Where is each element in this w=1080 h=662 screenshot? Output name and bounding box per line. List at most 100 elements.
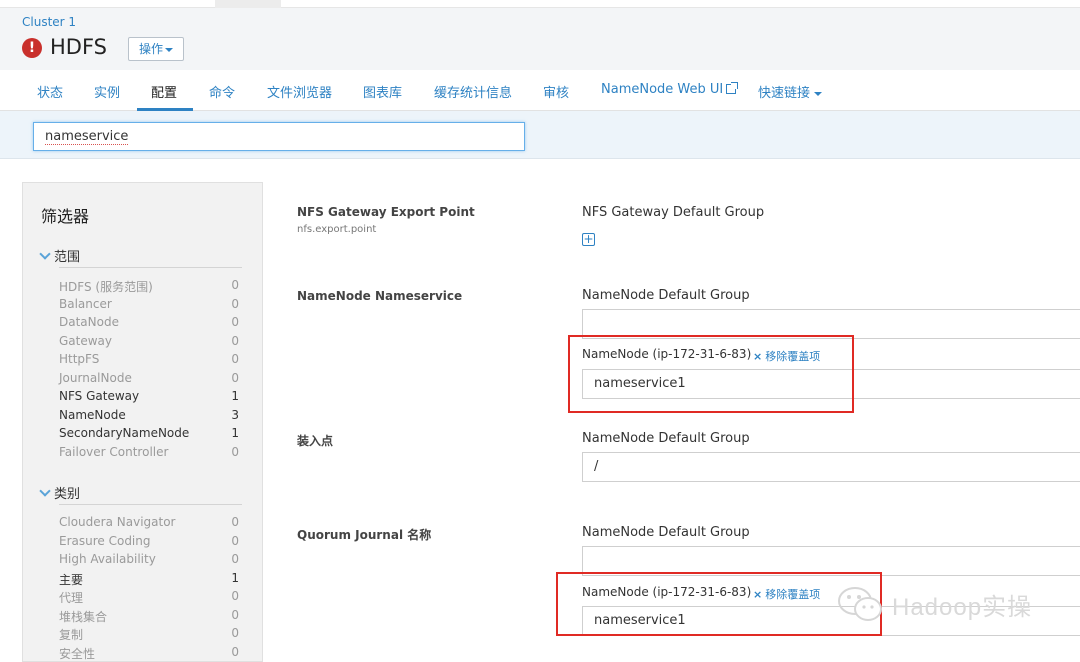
scope-section-toggle[interactable]: 范围 xyxy=(39,246,81,265)
filter-item-label: High Availability xyxy=(59,552,156,566)
filter-item[interactable]: Gateway 0 xyxy=(59,334,239,348)
filter-item-label: 安全性 xyxy=(59,647,96,661)
filter-item[interactable]: NFS Gateway 1 xyxy=(59,389,239,403)
filter-item[interactable]: Failover Controller 0 xyxy=(59,445,239,459)
watermark: Hadoop实操 xyxy=(836,583,1056,627)
property-label: 装入点 xyxy=(297,434,334,448)
filter-item-count: 0 xyxy=(231,278,239,292)
filter-item-count: 1 xyxy=(231,426,239,440)
filter-item-count: 0 xyxy=(231,371,239,385)
highlight-box xyxy=(556,572,882,636)
filter-item-label: NameNode xyxy=(59,408,126,422)
filter-item-label: HttpFS xyxy=(59,352,100,366)
tab-audits[interactable]: 审核 xyxy=(543,82,569,101)
watermark-text: Hadoop实操 xyxy=(892,594,1033,621)
filter-item-label: Gateway xyxy=(59,334,113,348)
filter-item-label: 代理 xyxy=(59,591,84,605)
search-input-value: nameservice xyxy=(45,129,129,145)
category-heading: 类别 xyxy=(54,487,81,502)
tab-quick-links[interactable]: 快速链接 xyxy=(758,82,823,101)
filter-item[interactable]: 复制 0 xyxy=(59,626,239,643)
filter-item-count: 0 xyxy=(231,445,239,459)
filter-item[interactable]: Cloudera Navigator 0 xyxy=(59,515,239,529)
config-value-input[interactable]: / xyxy=(582,452,1080,482)
tab-namenode-web-ui[interactable]: NameNode Web UI xyxy=(601,82,739,97)
scope-heading: 范围 xyxy=(54,250,81,265)
config-search-input[interactable]: nameservice xyxy=(33,122,525,151)
filter-item-label: Cloudera Navigator xyxy=(59,515,176,529)
filter-item[interactable]: HDFS (服务范围) 0 xyxy=(59,278,239,295)
browser-tab[interactable] xyxy=(215,0,281,8)
filter-sidebar: 筛选器 范围 HDFS (服务范围) 0 Balancer 0 DataNode 0 … xyxy=(22,182,263,662)
actions-label: 操作 xyxy=(138,42,163,56)
tab-configuration[interactable]: 配置 xyxy=(151,82,177,101)
filter-item-count: 0 xyxy=(231,515,239,529)
property-label: NFS Gateway Export Point xyxy=(297,205,475,219)
actions-dropdown-button[interactable]: 操作 xyxy=(128,37,184,61)
filter-item-label: 主要 xyxy=(59,573,84,587)
filter-item-count: 0 xyxy=(231,589,239,603)
divider xyxy=(59,504,242,505)
filter-item-count: 1 xyxy=(231,389,239,403)
filter-item[interactable]: DataNode 0 xyxy=(59,315,239,329)
filter-item-label: Erasure Coding xyxy=(59,534,151,548)
filter-item-count: 0 xyxy=(231,534,239,548)
filter-item[interactable]: High Availability 0 xyxy=(59,552,239,566)
filter-item-count: 0 xyxy=(231,608,239,622)
filter-item-label: Balancer xyxy=(59,297,112,311)
filter-item[interactable]: 代理 0 xyxy=(59,589,239,606)
filter-item-label: JournalNode xyxy=(59,371,132,385)
tab-chart-library[interactable]: 图表库 xyxy=(363,82,402,101)
filter-item-count: 0 xyxy=(231,626,239,640)
quick-links-label: 快速链接 xyxy=(758,86,811,101)
category-section-toggle[interactable]: 类别 xyxy=(39,483,81,502)
chevron-down-icon xyxy=(814,91,823,96)
filter-item-count: 0 xyxy=(231,297,239,311)
filter-item-count: 0 xyxy=(231,552,239,566)
wechat-icon xyxy=(838,587,882,621)
tab-commands[interactable]: 命令 xyxy=(209,82,235,101)
filter-item-label: SecondaryNameNode xyxy=(59,426,190,440)
service-tabs: 状态 实例 配置 命令 文件浏览器 图表库 缓存统计信息 审核 NameNode… xyxy=(0,70,1080,111)
alert-icon: ! xyxy=(22,38,42,58)
namenode-web-ui-label: NameNode Web UI xyxy=(601,82,724,97)
group-label: NameNode Default Group xyxy=(582,431,750,446)
filter-item[interactable]: HttpFS 0 xyxy=(59,352,239,366)
page-title: HDFS xyxy=(50,35,108,59)
divider xyxy=(59,267,242,268)
filter-item-count: 0 xyxy=(231,645,239,659)
filter-item[interactable]: Balancer 0 xyxy=(59,297,239,311)
filter-item[interactable]: Erasure Coding 0 xyxy=(59,534,239,548)
property-key: nfs.export.point xyxy=(297,224,377,235)
filter-item-count: 1 xyxy=(231,571,239,585)
filter-title: 筛选器 xyxy=(41,207,90,226)
search-bar: nameservice xyxy=(0,111,1080,159)
chevron-down-icon xyxy=(165,47,173,52)
tab-instances[interactable]: 实例 xyxy=(94,82,120,101)
group-label: NameNode Default Group xyxy=(582,288,750,303)
group-label: NameNode Default Group xyxy=(582,525,750,540)
external-link-icon xyxy=(726,82,739,94)
service-header: Cluster 1 ! HDFS 操作 xyxy=(0,8,1080,70)
chevron-down-icon xyxy=(39,248,51,260)
top-strip xyxy=(0,0,1080,8)
property-label: Quorum Journal 名称 xyxy=(297,528,432,542)
tab-file-browser[interactable]: 文件浏览器 xyxy=(267,82,332,101)
filter-item[interactable]: 主要 1 xyxy=(59,571,239,588)
filter-item[interactable]: SecondaryNameNode 1 xyxy=(59,426,239,440)
filter-item[interactable]: JournalNode 0 xyxy=(59,371,239,385)
filter-item[interactable]: NameNode 3 xyxy=(59,408,239,422)
filter-item-label: 堆栈集合 xyxy=(59,610,108,624)
filter-item[interactable]: 堆栈集合 0 xyxy=(59,608,239,625)
plus-icon[interactable]: + xyxy=(582,233,595,246)
filter-item-label: 复制 xyxy=(59,628,84,642)
group-label: NFS Gateway Default Group xyxy=(582,205,765,220)
filter-item-label: Failover Controller xyxy=(59,445,169,459)
filter-item-label: DataNode xyxy=(59,315,119,329)
filter-item-label: HDFS (服务范围) xyxy=(59,280,153,294)
filter-item-count: 3 xyxy=(231,408,239,422)
cluster-breadcrumb[interactable]: Cluster 1 xyxy=(22,15,76,29)
tab-cache-statistics[interactable]: 缓存统计信息 xyxy=(434,82,512,101)
tab-status[interactable]: 状态 xyxy=(37,82,63,101)
filter-item-label: NFS Gateway xyxy=(59,389,140,403)
